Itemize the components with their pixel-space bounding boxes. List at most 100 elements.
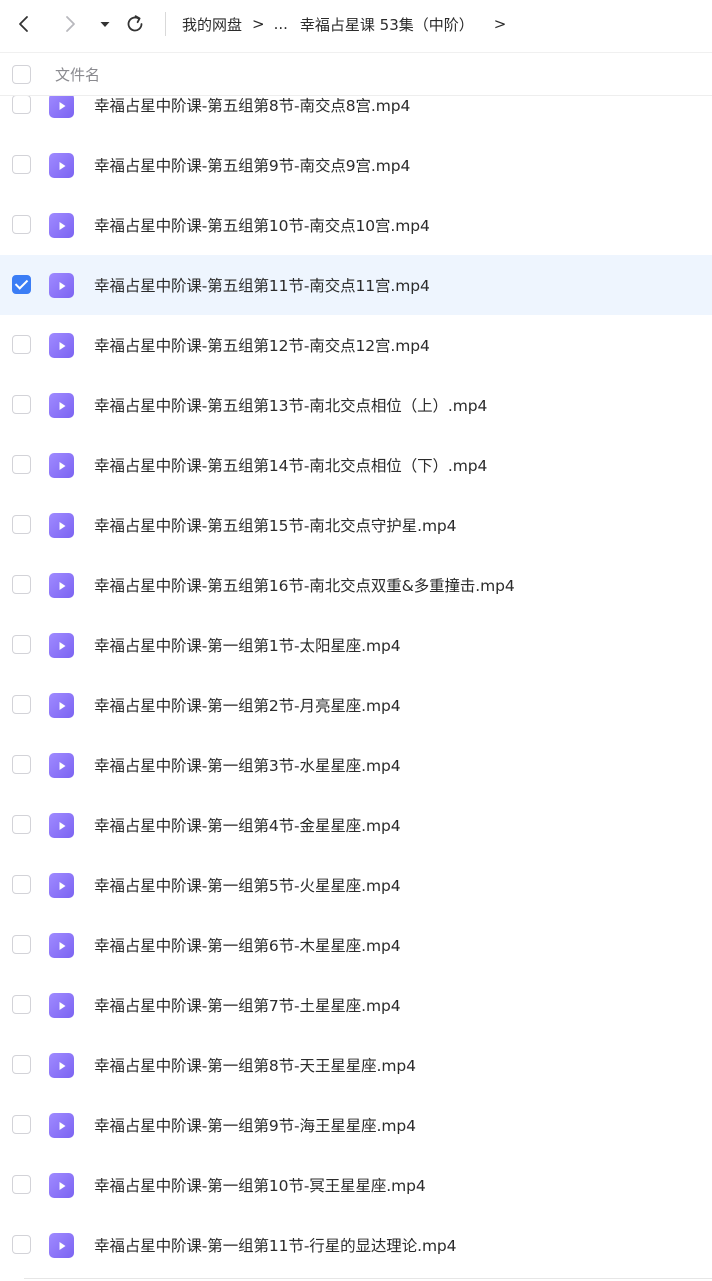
file-name[interactable]: 幸福占星中阶课-第五组第14节-南北交点相位（下）.mp4 bbox=[94, 454, 487, 476]
play-icon bbox=[59, 1121, 65, 1130]
file-row[interactable]: 幸福占星中阶课-第一组第10节-冥王星星座.mp4 bbox=[0, 1155, 712, 1215]
file-name[interactable]: 幸福占星中阶课-第五组第10节-南交点10宫.mp4 bbox=[94, 214, 430, 236]
play-icon bbox=[59, 641, 65, 650]
video-file-icon bbox=[49, 153, 74, 178]
play-icon bbox=[59, 161, 65, 170]
file-row-checkbox[interactable] bbox=[12, 155, 31, 174]
video-file-icon bbox=[49, 213, 74, 238]
file-name[interactable]: 幸福占星中阶课-第一组第8节-天王星星座.mp4 bbox=[94, 1054, 416, 1076]
select-all-checkbox[interactable] bbox=[12, 65, 31, 84]
video-file-icon bbox=[49, 393, 74, 418]
file-name[interactable]: 幸福占星中阶课-第一组第2节-月亮星座.mp4 bbox=[94, 694, 401, 716]
breadcrumb-current-folder: 幸福占星课 53集（中阶） bbox=[299, 15, 474, 34]
history-dropdown-button[interactable] bbox=[96, 14, 114, 34]
file-row[interactable]: 幸福占星中阶课-第一组第4节-金星星座.mp4 bbox=[0, 795, 712, 855]
file-row-checkbox[interactable] bbox=[12, 935, 31, 954]
file-row[interactable]: 幸福占星中阶课-第一组第2节-月亮星座.mp4 bbox=[0, 675, 712, 735]
breadcrumb: 我的网盘 > ... 幸福占星课 53集（中阶） > bbox=[182, 0, 506, 48]
caret-down-icon bbox=[100, 22, 110, 27]
play-icon bbox=[59, 521, 65, 530]
file-row[interactable]: 幸福占星中阶课-第五组第16节-南北交点双重&多重撞击.mp4 bbox=[0, 555, 712, 615]
video-file-icon bbox=[49, 873, 74, 898]
file-row-checkbox[interactable] bbox=[12, 515, 31, 534]
file-row-checkbox[interactable] bbox=[12, 995, 31, 1014]
file-row-checkbox[interactable] bbox=[12, 455, 31, 474]
file-row[interactable]: 幸福占星中阶课-第五组第10节-南交点10宫.mp4 bbox=[0, 195, 712, 255]
file-row[interactable]: 幸福占星中阶课-第一组第5节-火星星座.mp4 bbox=[0, 855, 712, 915]
play-icon bbox=[59, 761, 65, 770]
list-header: 文件名 bbox=[0, 52, 712, 96]
video-file-icon bbox=[49, 693, 74, 718]
video-file-icon bbox=[49, 513, 74, 538]
file-name[interactable]: 幸福占星中阶课-第一组第6节-木星星座.mp4 bbox=[94, 934, 401, 956]
video-file-icon bbox=[49, 933, 74, 958]
file-name[interactable]: 幸福占星中阶课-第一组第10节-冥王星星座.mp4 bbox=[94, 1174, 426, 1196]
file-name[interactable]: 幸福占星中阶课-第五组第16节-南北交点双重&多重撞击.mp4 bbox=[94, 574, 515, 596]
file-name[interactable]: 幸福占星中阶课-第一组第4节-金星星座.mp4 bbox=[94, 814, 401, 836]
play-icon bbox=[59, 581, 65, 590]
file-row[interactable]: 幸福占星中阶课-第五组第15节-南北交点守护星.mp4 bbox=[0, 495, 712, 555]
file-name[interactable]: 幸福占星中阶课-第五组第8节-南交点8宫.mp4 bbox=[94, 94, 410, 116]
file-name[interactable]: 幸福占星中阶课-第五组第9节-南交点9宫.mp4 bbox=[94, 154, 410, 176]
file-row[interactable]: 幸福占星中阶课-第五组第11节-南交点11宫.mp4 bbox=[0, 255, 712, 315]
file-row[interactable]: 幸福占星中阶课-第一组第6节-木星星座.mp4 bbox=[0, 915, 712, 975]
play-icon bbox=[59, 941, 65, 950]
file-row-checkbox[interactable] bbox=[12, 395, 31, 414]
play-icon bbox=[59, 341, 65, 350]
play-icon bbox=[59, 401, 65, 410]
file-row[interactable]: 幸福占星中阶课-第一组第8节-天王星星座.mp4 bbox=[0, 1035, 712, 1095]
file-row-checkbox[interactable] bbox=[12, 1055, 31, 1074]
file-row-checkbox[interactable] bbox=[12, 335, 31, 354]
file-row-checkbox[interactable] bbox=[12, 275, 31, 294]
file-row[interactable]: 幸福占星中阶课-第五组第9节-南交点9宫.mp4 bbox=[0, 135, 712, 195]
breadcrumb-next-arrow[interactable]: > bbox=[494, 15, 507, 33]
back-button[interactable] bbox=[12, 12, 36, 36]
file-row-checkbox[interactable] bbox=[12, 1115, 31, 1134]
breadcrumb-ellipsis[interactable]: ... bbox=[274, 15, 288, 33]
file-row-checkbox[interactable] bbox=[12, 695, 31, 714]
video-file-icon bbox=[49, 633, 74, 658]
file-row-checkbox[interactable] bbox=[12, 815, 31, 834]
file-row[interactable]: 幸福占星中阶课-第一组第3节-水星星座.mp4 bbox=[0, 735, 712, 795]
file-row-checkbox[interactable] bbox=[12, 95, 31, 114]
list-bottom-divider bbox=[24, 1278, 712, 1279]
file-row-checkbox[interactable] bbox=[12, 755, 31, 774]
file-row[interactable]: 幸福占星中阶课-第一组第7节-土星星座.mp4 bbox=[0, 975, 712, 1035]
file-row[interactable]: 幸福占星中阶课-第一组第1节-太阳星座.mp4 bbox=[0, 615, 712, 675]
file-name[interactable]: 幸福占星中阶课-第一组第7节-土星星座.mp4 bbox=[94, 994, 401, 1016]
video-file-icon bbox=[49, 573, 74, 598]
file-name[interactable]: 幸福占星中阶课-第一组第5节-火星星座.mp4 bbox=[94, 874, 401, 896]
forward-button[interactable] bbox=[58, 12, 82, 36]
refresh-button[interactable] bbox=[122, 11, 148, 37]
play-icon bbox=[59, 1181, 65, 1190]
file-row-checkbox[interactable] bbox=[12, 635, 31, 654]
file-name[interactable]: 幸福占星中阶课-第五组第11节-南交点11宫.mp4 bbox=[94, 274, 430, 296]
file-row-checkbox[interactable] bbox=[12, 575, 31, 594]
video-file-icon bbox=[49, 93, 74, 118]
column-header-filename[interactable]: 文件名 bbox=[55, 64, 100, 85]
file-row-checkbox[interactable] bbox=[12, 1175, 31, 1194]
file-name[interactable]: 幸福占星中阶课-第一组第3节-水星星座.mp4 bbox=[94, 754, 401, 776]
file-row[interactable]: 幸福占星中阶课-第五组第12节-南交点12宫.mp4 bbox=[0, 315, 712, 375]
file-row-checkbox[interactable] bbox=[12, 215, 31, 234]
file-name[interactable]: 幸福占星中阶课-第五组第12节-南交点12宫.mp4 bbox=[94, 334, 430, 356]
chevron-right-icon bbox=[66, 16, 75, 32]
file-browser: 我的网盘 > ... 幸福占星课 53集（中阶） > 幸福占星中阶课-第五组第8… bbox=[0, 0, 712, 1281]
video-file-icon bbox=[49, 273, 74, 298]
file-row-checkbox[interactable] bbox=[12, 1235, 31, 1254]
file-name[interactable]: 幸福占星中阶课-第一组第9节-海王星星座.mp4 bbox=[94, 1114, 416, 1136]
file-name[interactable]: 幸福占星中阶课-第一组第1节-太阳星座.mp4 bbox=[94, 634, 401, 656]
file-row[interactable]: 幸福占星中阶课-第一组第11节-行星的显达理论.mp4 bbox=[0, 1215, 712, 1275]
file-name[interactable]: 幸福占星中阶课-第五组第13节-南北交点相位（上）.mp4 bbox=[94, 394, 487, 416]
video-file-icon bbox=[49, 753, 74, 778]
file-name[interactable]: 幸福占星中阶课-第五组第15节-南北交点守护星.mp4 bbox=[94, 514, 457, 536]
file-row[interactable]: 幸福占星中阶课-第一组第9节-海王星星座.mp4 bbox=[0, 1095, 712, 1155]
video-file-icon bbox=[49, 1173, 74, 1198]
video-file-icon bbox=[49, 333, 74, 358]
file-row[interactable]: 幸福占星中阶课-第五组第13节-南北交点相位（上）.mp4 bbox=[0, 375, 712, 435]
file-name[interactable]: 幸福占星中阶课-第一组第11节-行星的显达理论.mp4 bbox=[94, 1234, 457, 1256]
file-row-checkbox[interactable] bbox=[12, 875, 31, 894]
play-icon bbox=[59, 881, 65, 890]
breadcrumb-root[interactable]: 我的网盘 bbox=[182, 14, 242, 35]
file-row[interactable]: 幸福占星中阶课-第五组第14节-南北交点相位（下）.mp4 bbox=[0, 435, 712, 495]
